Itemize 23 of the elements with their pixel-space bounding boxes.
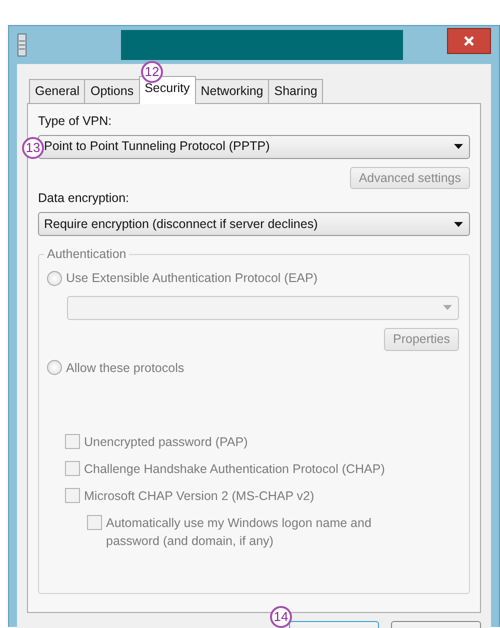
tab[interactable]: Networking <box>194 79 270 103</box>
network-icon <box>17 33 27 57</box>
caret-icon <box>454 144 463 149</box>
data-encryption-dropdown[interactable]: Require encryption (disconnect if server declines) <box>38 212 470 236</box>
vpn-type-dropdown[interactable]: Point to Point Tunneling Protocol (PPTP) <box>38 134 470 158</box>
callout-number: 12 <box>141 61 163 83</box>
field-label: Type of VPN: <box>38 112 113 130</box>
radio-label: Use Extensible Authentication Protocol (EAP) <box>66 270 318 287</box>
caret-icon <box>443 305 452 310</box>
radio-label: Allow these protocols <box>66 360 184 377</box>
tab[interactable]: Security <box>138 76 196 104</box>
checkbox-label: Microsoft CHAP Version 2 (MS-CHAP v2) <box>84 488 314 505</box>
tab[interactable]: General <box>29 79 86 103</box>
callout-number: 13 <box>22 137 44 159</box>
field-label: Data encryption: <box>38 190 130 208</box>
tab[interactable]: Options <box>84 79 140 103</box>
tab[interactable]: Sharing <box>268 79 324 103</box>
checkbox-label: Unencrypted password (PAP) <box>84 434 248 452</box>
close-icon <box>463 35 475 47</box>
checkbox-label: Automatically use my Windows logon name and password (and domain, if any) <box>106 514 372 550</box>
checkbox-label: Challenge Handshake Authentication Protocol (CHAP) <box>84 461 385 478</box>
caret-icon <box>454 222 463 226</box>
close-button[interactable] <box>447 28 491 54</box>
